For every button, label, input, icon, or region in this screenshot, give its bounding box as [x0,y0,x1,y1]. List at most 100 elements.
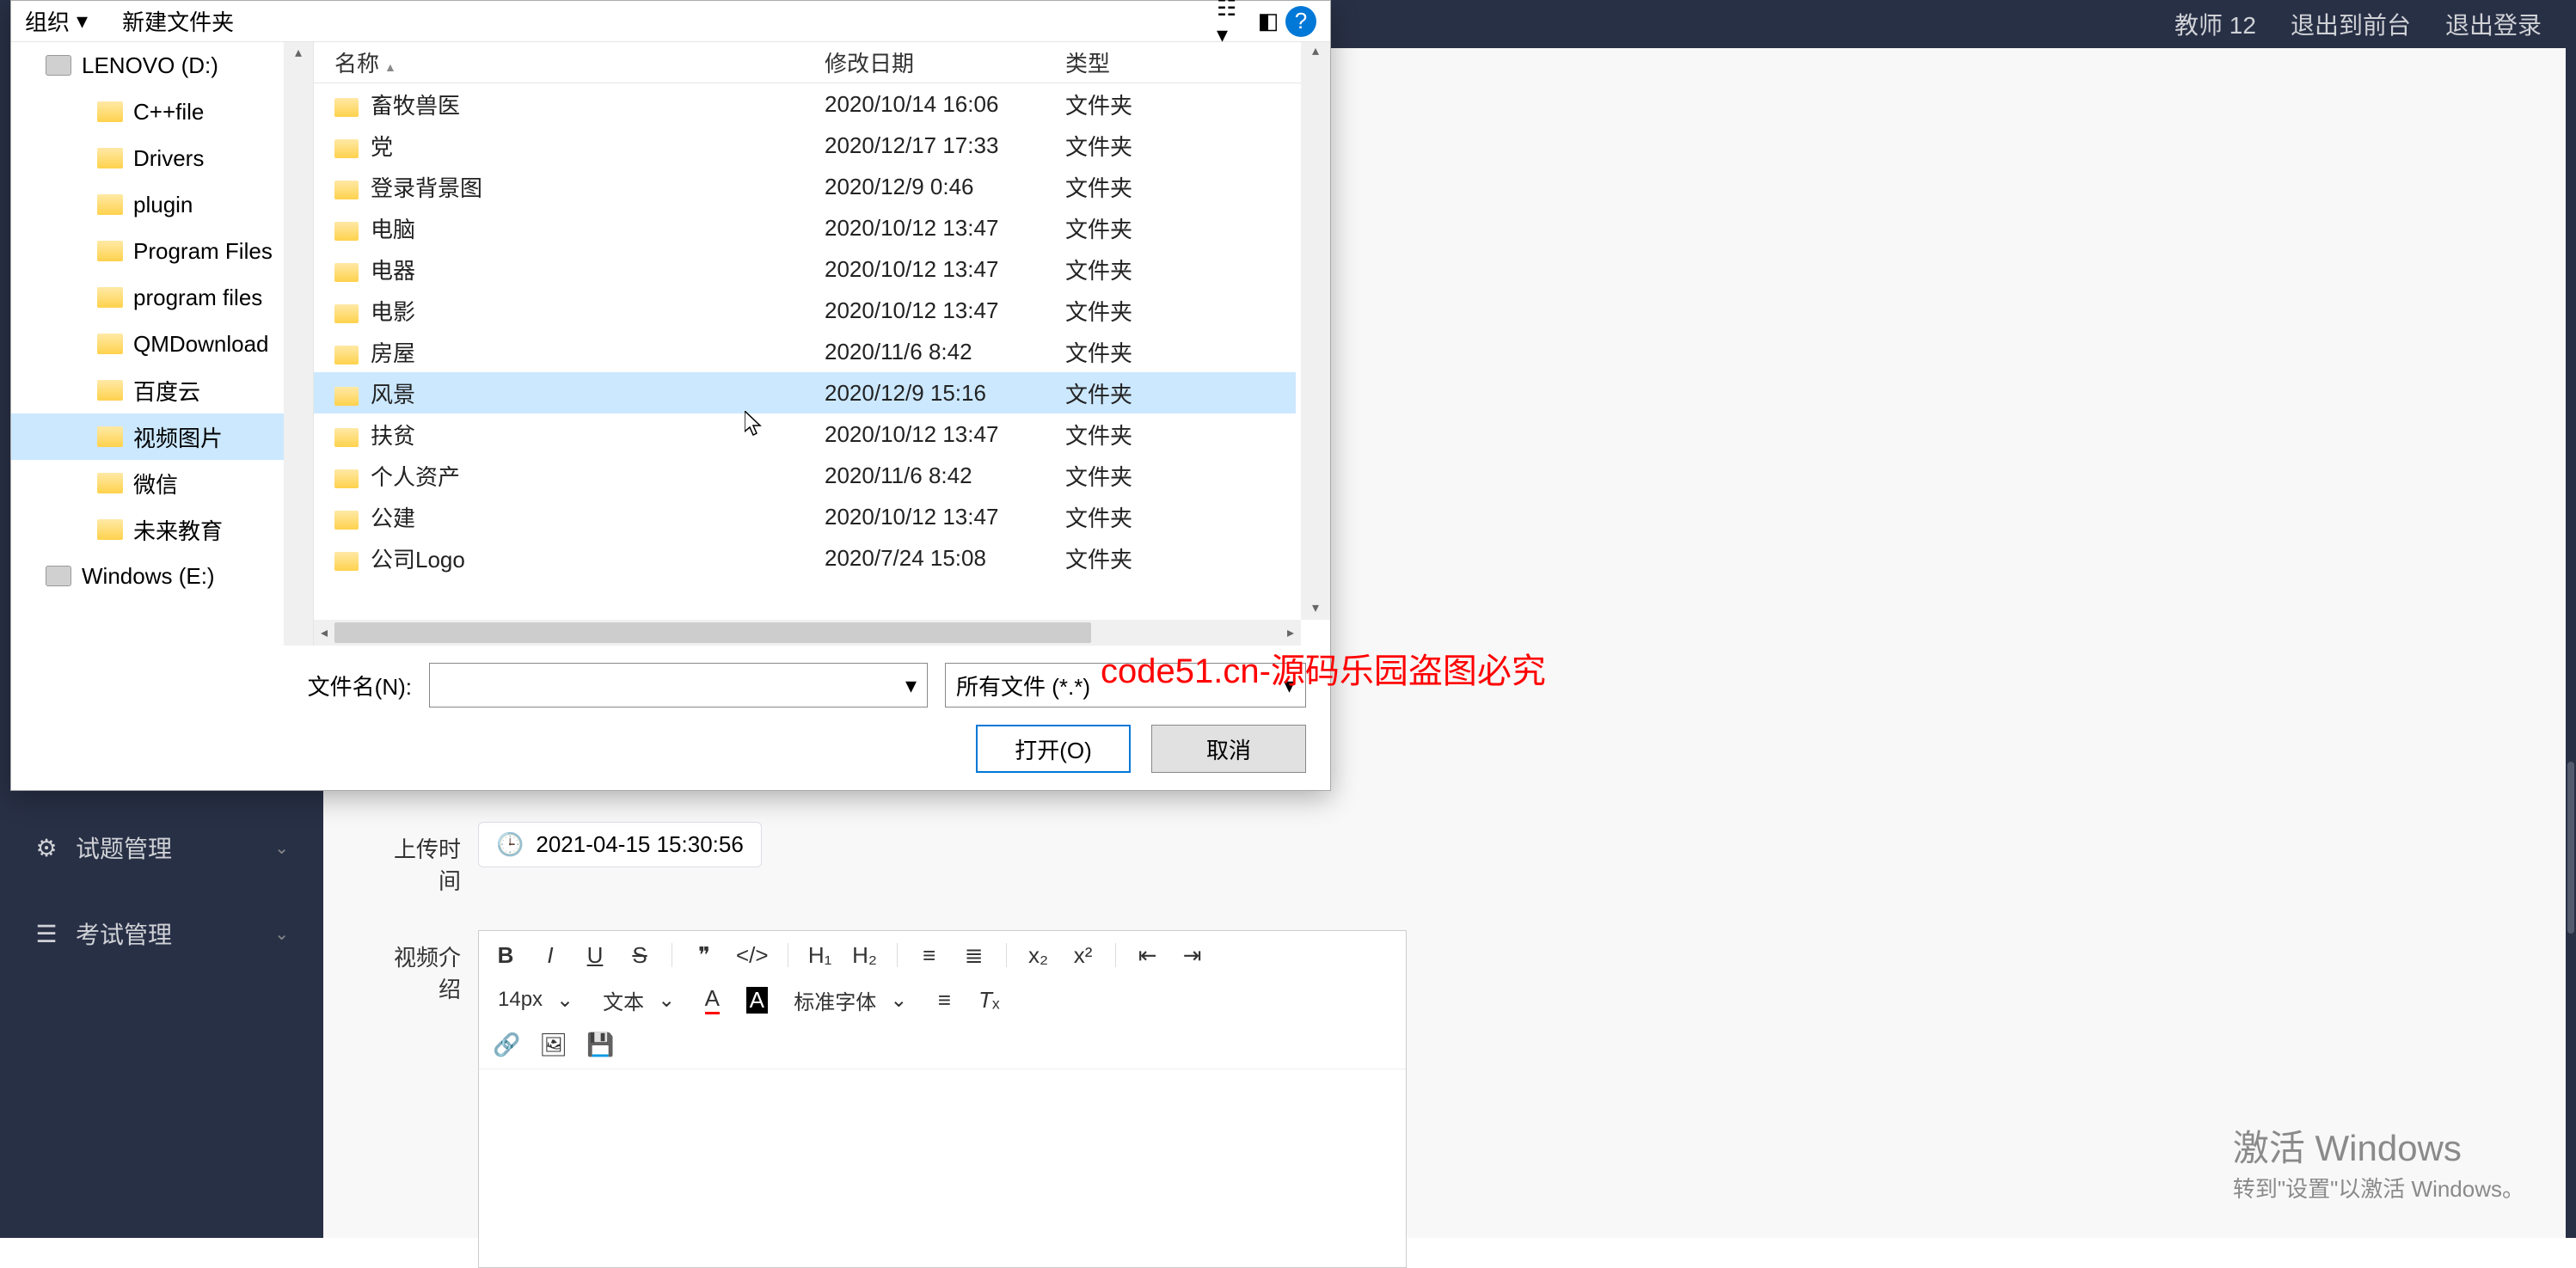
file-type: 文件夹 [1045,336,1199,368]
file-row[interactable]: 公建2020/10/12 13:47文件夹 [314,496,1296,537]
ul-button[interactable]: ≣ [961,940,987,971]
align-button[interactable]: ≡ [931,984,957,1015]
page-scrollbar[interactable] [2566,48,2576,1238]
cancel-button[interactable]: 取消 [1151,725,1306,773]
folder-icon [97,334,123,354]
tree-folder[interactable]: 百度云 [11,367,313,413]
sub-button[interactable]: x₂ [1026,940,1052,971]
file-row[interactable]: 公司Logo2020/7/24 15:08文件夹 [314,537,1296,579]
format-select[interactable]: 文本⌄ [598,985,680,1015]
to-front-link[interactable]: 退出到前台 [2291,7,2411,41]
text-color-button[interactable]: A [699,984,725,1015]
tree-label: 微信 [133,468,178,499]
folder-icon [334,552,359,571]
activate-windows: 激活 Windows 转到"设置"以激活 Windows。 [2233,1119,2524,1204]
file-name: 电影 [371,299,415,325]
file-row[interactable]: 扶贫2020/10/12 13:47文件夹 [314,413,1296,455]
image-button[interactable]: 🖼 [539,1029,567,1060]
tree-drive-d[interactable]: LENOVO (D:) [11,42,313,89]
file-row[interactable]: 电脑2020/10/12 13:47文件夹 [314,207,1296,248]
h2-button[interactable]: H₂ [852,940,878,971]
upload-time-input[interactable]: 🕒 2021-04-15 15:30:56 [478,822,762,867]
tree-folder[interactable]: 视频图片 [11,413,313,460]
tree-label: plugin [133,192,193,218]
tree-label: Drivers [133,145,204,172]
font-size-select[interactable]: 14px⌄ [493,988,579,1013]
file-date: 2020/12/17 17:33 [804,132,1045,159]
list-v-scrollbar[interactable]: ▴▾ [1301,42,1330,620]
tree-label: LENOVO (D:) [82,52,218,79]
dialog-toolbar: 组织 ▾ 新建文件夹 ☷ ▾ ◧ ? [11,1,1330,42]
file-row[interactable]: 畜牧兽医2020/10/14 16:06文件夹 [314,83,1296,125]
drive-icon [46,566,71,586]
filetype-value: 所有文件 (*.*) [956,670,1090,701]
folder-icon [334,428,359,447]
col-type[interactable]: 类型 [1045,46,1199,78]
dropdown-icon: ▾ [77,8,88,34]
tree-drive-e[interactable]: Windows (E:) [11,553,313,599]
chevron-down-icon: ⌄ [274,923,289,945]
upload-time-label: 上传时间 [375,822,478,896]
folder-icon [97,148,123,168]
tree-folder[interactable]: C++file [11,89,313,135]
code-button[interactable]: </> [736,940,769,971]
tree-folder[interactable]: program files [11,274,313,321]
tree-folder[interactable]: QMDownload [11,321,313,367]
sort-asc-icon: ▲ [384,60,396,74]
file-row[interactable]: 风景2020/12/9 15:16文件夹 [314,372,1296,413]
file-name: 扶贫 [371,423,415,449]
file-list: 名称▲ 修改日期 类型 畜牧兽医2020/10/14 16:06文件夹党2020… [314,42,1330,646]
sidebar-item-questions[interactable]: ⚙ 试题管理 ⌄ [0,805,323,891]
user-link[interactable]: 教师 12 [2174,7,2256,41]
col-name[interactable]: 名称▲ [314,46,804,78]
open-button[interactable]: 打开(O) [976,725,1131,773]
file-type: 文件夹 [1045,501,1199,533]
indent-button[interactable]: ⇤ [1135,940,1161,971]
file-name: 公建 [371,505,415,531]
file-row[interactable]: 电器2020/10/12 13:47文件夹 [314,248,1296,290]
tree-folder[interactable]: plugin [11,181,313,228]
strike-button[interactable]: S [627,940,653,971]
sup-button[interactable]: x² [1070,940,1096,971]
organize-menu[interactable]: 组织 ▾ [25,5,88,37]
folder-icon [334,469,359,488]
new-folder-button[interactable]: 新建文件夹 [122,5,234,37]
underline-button[interactable]: U [582,940,608,971]
help-icon[interactable]: ? [1285,6,1316,37]
file-row[interactable]: 登录背景图2020/12/9 0:46文件夹 [314,166,1296,207]
tree-folder[interactable]: 未来教育 [11,506,313,553]
clock-icon: 🕒 [496,831,524,858]
save-button[interactable]: 💾 [586,1029,614,1060]
tree-folder[interactable]: Program Files [11,228,313,274]
file-row[interactable]: 党2020/12/17 17:33文件夹 [314,125,1296,166]
col-date[interactable]: 修改日期 [804,46,1045,78]
sidebar-item-exams[interactable]: ☰ 考试管理 ⌄ [0,891,323,977]
bg-color-button[interactable]: A [744,984,770,1015]
file-date: 2020/11/6 8:42 [804,462,1045,489]
video-intro-row: 视频介绍 B I U S ❞ </> H₁ H₂ ≡ ≣ x₂ x² ⇤ [375,930,2524,1268]
bold-button[interactable]: B [493,940,518,971]
view-mode-button[interactable]: ☷ ▾ [1217,4,1251,39]
ol-button[interactable]: ≡ [917,940,942,971]
preview-pane-button[interactable]: ◧ [1251,4,1285,39]
file-row[interactable]: 电影2020/10/12 13:47文件夹 [314,290,1296,331]
file-row[interactable]: 房屋2020/11/6 8:42文件夹 [314,331,1296,372]
font-family-select[interactable]: 标准字体⌄ [788,985,912,1015]
logout-link[interactable]: 退出登录 [2445,7,2542,41]
clear-format-button[interactable]: Tₓ [976,984,1002,1015]
file-name: 电器 [371,258,415,284]
h1-button[interactable]: H₁ [807,940,833,971]
file-row[interactable]: 个人资产2020/11/6 8:42文件夹 [314,455,1296,496]
tree-label: Program Files [133,238,273,265]
italic-button[interactable]: I [537,940,563,971]
link-button[interactable]: 🔗 [493,1029,520,1060]
dropdown-icon: ▾ [905,672,917,699]
tree-folder[interactable]: Drivers [11,135,313,181]
quote-button[interactable]: ❞ [691,940,717,971]
tree-scrollbar[interactable]: ▴ [284,42,313,646]
folder-icon [97,194,123,215]
tree-folder[interactable]: 微信 [11,460,313,506]
list-h-scrollbar[interactable]: ◂▸ [314,620,1301,646]
filename-input[interactable]: ▾ [429,663,928,708]
outdent-button[interactable]: ⇥ [1180,940,1205,971]
